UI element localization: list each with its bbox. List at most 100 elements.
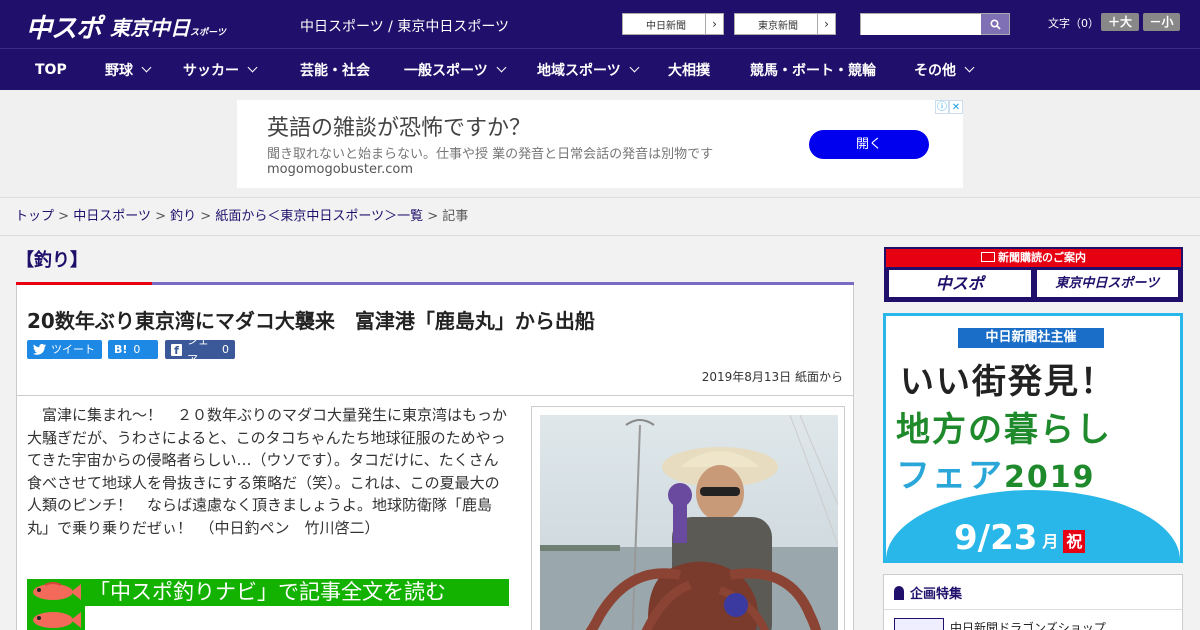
- nav-item-top[interactable]: TOP: [16, 62, 94, 78]
- tokyo-chunichi-subscribe-logo[interactable]: 東京中日スポーツ: [1036, 270, 1178, 297]
- close-icon[interactable]: ✕: [949, 100, 963, 114]
- chunichi-shimbun-link[interactable]: 中日新聞 ›: [622, 13, 724, 35]
- chuspo-logo[interactable]: 中スポ: [26, 8, 102, 45]
- search-box: [860, 13, 1010, 35]
- banner-day: 月: [1042, 531, 1059, 551]
- subscription-header-label: 新聞購読のご案内: [998, 251, 1086, 264]
- chevron-right-icon: ›: [705, 14, 723, 34]
- nav-item-soccer[interactable]: サッカー: [172, 60, 283, 80]
- fishing-navi-label: 「中スポ釣りナビ」で記事全文を読む: [89, 580, 446, 604]
- tokyo-shimbun-link[interactable]: 東京新聞 ›: [734, 13, 836, 35]
- nav-label: サッカー: [183, 62, 239, 79]
- info-icon[interactable]: ⓘ: [935, 100, 949, 114]
- feature-thumbnail[interactable]: [894, 618, 944, 630]
- tokyo-chunichi-logo[interactable]: 東京中日スポーツ: [110, 12, 226, 41]
- chevron-down-icon: [247, 62, 258, 73]
- breadcrumb-fishing[interactable]: 釣り: [170, 209, 196, 224]
- category-label: 【釣り】: [16, 250, 88, 271]
- nav-label: その他: [914, 62, 956, 79]
- breadcrumb-chunichi-sports[interactable]: 中日スポーツ: [73, 209, 151, 224]
- site-title[interactable]: 中日スポーツ / 東京中日スポーツ: [300, 16, 509, 36]
- article-text: 富津に集まれ～！ ２０数年ぶりのマダコ大量発生に東京湾はもっか大騒ぎだが、うわさ…: [27, 406, 508, 537]
- chevron-down-icon: [496, 62, 507, 73]
- nav-item-general-sports[interactable]: 一般スポーツ: [394, 60, 528, 80]
- nav-item-local-sports[interactable]: 地域スポーツ: [528, 60, 662, 80]
- event-banner[interactable]: 中日新聞社主催 いい街発見！ 地方の暮らし フェア2019 9/23 月祝: [883, 313, 1183, 563]
- feature-divider: [884, 609, 1182, 610]
- hatena-icon: B!: [114, 343, 128, 356]
- banner-date-value: 9/23: [954, 518, 1038, 558]
- subscription-header: 新聞購読のご案内: [886, 249, 1181, 267]
- tweet-label: ツイート: [51, 343, 95, 356]
- chuspo-subscribe-logo[interactable]: 中スポ: [889, 270, 1031, 297]
- banner-holiday: 祝: [1063, 529, 1086, 553]
- chevron-down-icon: [141, 62, 152, 73]
- article-photo[interactable]: [540, 415, 838, 630]
- ad-banner[interactable]: 英語の雑談が恐怖ですか？ 聞き取れないと始まらない。仕事や授 業の発音と日常会話…: [237, 100, 963, 188]
- chevron-down-icon: [629, 62, 640, 73]
- banner-headline-2: 地方の暮らし: [896, 410, 1112, 450]
- nav-item-baseball[interactable]: 野球: [94, 60, 172, 80]
- article-date: 2019年8月13日 紙面から: [701, 370, 843, 384]
- hatena-bookmark-button[interactable]: B! 0: [108, 340, 158, 359]
- ad-url[interactable]: mogomogobuster.com: [267, 162, 413, 177]
- chevron-down-icon: [964, 62, 975, 73]
- nav-label: 野球: [105, 62, 133, 79]
- article-headline: 20数年ぶり東京湾にマダコ大襲来 富津港「鹿島丸」から出船: [27, 309, 595, 333]
- subscription-logos: 中スポ 東京中日スポーツ: [886, 267, 1181, 300]
- breadcrumb-list[interactable]: 紙面から＜東京中日スポーツ＞一覧: [215, 209, 423, 224]
- hatena-count: 0: [133, 343, 141, 356]
- breadcrumb-separator: >: [200, 209, 212, 224]
- breadcrumb-current: 記事: [442, 209, 469, 224]
- banner-headline-3: フェア2019: [896, 448, 1096, 497]
- site-header: 中スポ 東京中日スポーツ 中日スポーツ / 東京中日スポーツ 中日新聞 › 東京…: [0, 0, 1200, 48]
- facebook-share-button[interactable]: f シェア 0: [165, 334, 235, 366]
- main-nav: TOP 野球 サッカー 芸能・社会 一般スポーツ 地域スポーツ 大相撲 競馬・ボ…: [0, 48, 1200, 90]
- breadcrumb-separator: >: [58, 209, 70, 224]
- nav-label: 大相撲: [668, 62, 710, 79]
- tokyo-chunichi-logo-small: スポーツ: [190, 28, 226, 38]
- nav-item-racing[interactable]: 競馬・ボート・競輪: [744, 60, 910, 80]
- tokyo-chunichi-logo-text: 東京中日: [110, 16, 190, 40]
- ad-area: 英語の雑談が恐怖ですか？ 聞き取れないと始まらない。仕事や授 業の発音と日常会話…: [0, 90, 1200, 198]
- nav-label: 競馬・ボート・競輪: [750, 62, 876, 79]
- banner-headline-1: いい街発見！: [900, 362, 1116, 402]
- article-body: 富津に集まれ～！ ２０数年ぶりのマダコ大量発生に東京湾はもっか大騒ぎだが、うわさ…: [16, 396, 854, 630]
- twitter-icon: [33, 344, 46, 355]
- ad-title[interactable]: 英語の雑談が恐怖ですか？: [267, 110, 531, 142]
- feature-item-link[interactable]: 中日新聞ドラゴンズショップ: [950, 619, 1106, 630]
- nav-label: 地域スポーツ: [537, 62, 621, 79]
- fishing-navi-link[interactable]: 「中スポ釣りナビ」で記事全文を読む: [27, 579, 509, 606]
- ad-choices: ⓘ ✕: [935, 100, 963, 114]
- facebook-icon: f: [171, 343, 182, 357]
- feature-section-title: 企画特集: [894, 583, 962, 602]
- feature-title-label: 企画特集: [910, 587, 963, 602]
- nav-label: TOP: [35, 61, 67, 78]
- nav-item-sumo[interactable]: 大相撲: [662, 60, 744, 80]
- nav-label: 一般スポーツ: [404, 62, 488, 79]
- ribbon-icon: [894, 585, 904, 600]
- red-snapper-icon: [33, 582, 81, 600]
- nav-label: 芸能・社会: [300, 62, 370, 79]
- tweet-button[interactable]: ツイート: [27, 340, 102, 359]
- banner-fair-label: フェア: [896, 456, 1004, 496]
- font-increase-button[interactable]: ＋大: [1101, 13, 1139, 31]
- ad-description: 聞き取れないと始まらない。仕事や授 業の発音と日常会話の発音は別物です: [267, 147, 714, 162]
- facebook-share-label: シェア: [186, 333, 209, 366]
- search-input[interactable]: [861, 14, 981, 35]
- breadcrumb-separator: >: [427, 209, 439, 224]
- angler-with-octopus-illustration: [540, 415, 838, 630]
- breadcrumb-top[interactable]: トップ: [15, 209, 54, 224]
- breadcrumb-separator: >: [155, 209, 166, 224]
- search-button[interactable]: [981, 14, 1009, 34]
- feature-section: 企画特集 中日新聞ドラゴンズショップ: [883, 574, 1183, 630]
- red-snapper-icon: [33, 612, 81, 628]
- nav-item-other[interactable]: その他: [910, 60, 1000, 80]
- chevron-right-icon: ›: [817, 14, 835, 34]
- ad-open-button[interactable]: 開く: [809, 130, 929, 159]
- font-decrease-button[interactable]: －小: [1143, 13, 1180, 31]
- banner-organizer: 中日新聞社主催: [958, 328, 1104, 348]
- subscription-box[interactable]: 新聞購読のご案内 中スポ 東京中日スポーツ: [884, 247, 1183, 302]
- article-photo-frame: [531, 406, 845, 630]
- nav-item-entertainment[interactable]: 芸能・社会: [283, 60, 394, 80]
